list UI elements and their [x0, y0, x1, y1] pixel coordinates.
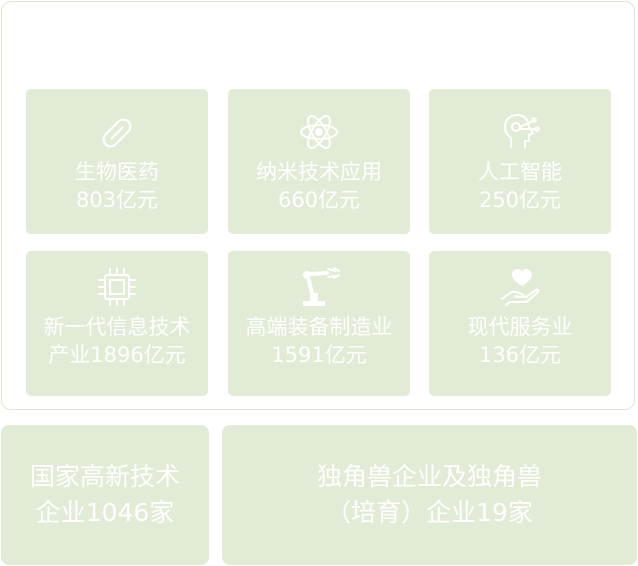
industry-value: 1591亿元 [271, 343, 367, 367]
high-tech-enterprises-box: 国家高新技术 企业1046家 [1, 425, 209, 565]
industry-card-equipment: 高端装备制造业 1591亿元 [228, 251, 410, 396]
industry-name: 现代服务业 [467, 315, 573, 339]
high-tech-line2: 企业1046家 [35, 498, 175, 527]
atom-icon [298, 111, 340, 153]
industry-card-biomedicine: 生物医药 803亿元 [26, 89, 208, 234]
industry-value: 803亿元 [75, 188, 159, 212]
chip-icon [95, 267, 139, 309]
unicorn-enterprises-box: 独角兽企业及独角兽 （培育）企业19家 [222, 425, 637, 565]
industry-value: 产业1896亿元 [48, 343, 186, 367]
unicorn-line1: 独角兽企业及独角兽 [316, 462, 542, 491]
industry-value: 660亿元 [277, 188, 361, 212]
ai-head-icon [499, 111, 541, 153]
unicorn-line2: （培育）企业19家 [326, 498, 533, 527]
industry-card-ai: 人工智能 250亿元 [429, 89, 611, 234]
industry-name: 新一代信息技术 [43, 315, 191, 339]
industry-card-it: 新一代信息技术 产业1896亿元 [26, 251, 208, 396]
industry-name: 纳米技术应用 [256, 160, 382, 184]
heart-hand-icon [498, 267, 542, 309]
high-tech-line1: 国家高新技术 [29, 462, 180, 491]
industry-card-nanotech: 纳米技术应用 660亿元 [228, 89, 410, 234]
capsule-icon [97, 111, 137, 153]
industry-name: 人工智能 [478, 160, 562, 184]
robot-arm-icon [297, 267, 341, 309]
industry-value: 250亿元 [478, 188, 562, 212]
industry-name: 高端装备制造业 [245, 315, 393, 339]
industry-value: 136亿元 [478, 343, 562, 367]
industry-name: 生物医药 [75, 160, 159, 184]
industry-card-services: 现代服务业 136亿元 [429, 251, 611, 396]
